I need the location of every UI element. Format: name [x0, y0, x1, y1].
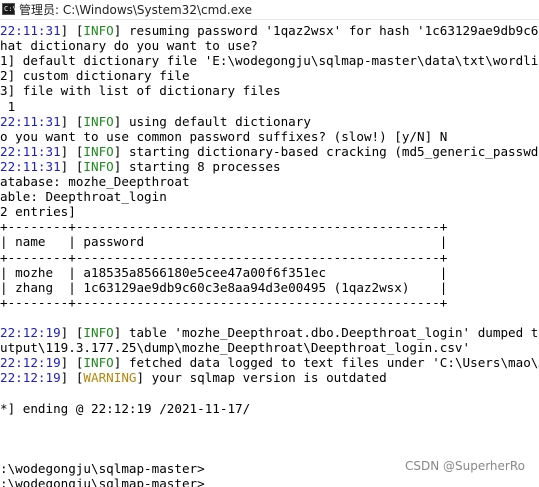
line-text: :\wodegongju\sqlmap-master>	[0, 476, 205, 487]
console-line: 22:11:31] [INFO] starting dictionary-bas…	[0, 144, 539, 159]
line-text: using default dictionary	[121, 114, 311, 129]
level-warning: WARNING	[83, 370, 137, 385]
line-text: | mozhe | a18535a8566180e5cee47a00f6f351…	[0, 265, 448, 280]
line-text: starting dictionary-based cracking (md5_…	[121, 144, 539, 159]
console-icon: C:\	[2, 3, 17, 15]
level-info: INFO	[83, 325, 114, 340]
console-line: hat dictionary do you want to use?	[0, 38, 258, 53]
timestamp: 22:11:31	[0, 159, 61, 174]
console-line: | mozhe | a18535a8566180e5cee47a00f6f351…	[0, 265, 447, 280]
window-title: 管理员: C:\Windows\System32\cmd.exe	[19, 3, 252, 17]
level-info: INFO	[83, 159, 114, 174]
timestamp: 22:11:31	[0, 23, 61, 38]
line-text: :\wodegongju\sqlmap-master>	[0, 461, 205, 476]
level-info: INFO	[83, 114, 114, 129]
line-text: fetched data logged to text files under …	[128, 355, 539, 370]
title-bar[interactable]: C:\ 管理员: C:\Windows\System32\cmd.exe	[0, 0, 539, 20]
console-line: utput\119.3.177.25\dump\mozhe_Deepthroat…	[0, 340, 470, 355]
watermark: CSDN @SuperherRo	[404, 459, 525, 473]
line-text: 1	[0, 99, 16, 114]
line-text: *] ending @ 22:12:19 /2021-11-17/	[0, 401, 251, 416]
console-line: atabase: mozhe_Deepthroat	[0, 174, 190, 189]
level-info: INFO	[83, 23, 114, 38]
console-output[interactable]: 22:11:31] [INFO] resuming password '1qaz…	[0, 23, 539, 487]
console-line: :\wodegongju\sqlmap-master>	[0, 476, 205, 487]
line-text: resuming password '1qaz2wsx' for hash '1…	[128, 23, 539, 38]
level-info: INFO	[83, 144, 114, 159]
timestamp: 22:11:31	[0, 144, 61, 159]
line-text: | name | password |	[0, 234, 448, 249]
line-text: utput\119.3.177.25\dump\mozhe_Deepthroat…	[0, 340, 471, 355]
line-text: +--------+------------------------------…	[0, 295, 448, 310]
line-text: table 'mozhe_Deepthroat.dbo.Deepthroat_l…	[128, 325, 539, 340]
line-text: | zhang | 1c63129ae9db9c60c3e8aa94d3e004…	[0, 280, 448, 295]
console-line: +--------+------------------------------…	[0, 295, 447, 310]
console-line: 2] custom dictionary file	[0, 68, 190, 83]
console-line: :\wodegongju\sqlmap-master>	[0, 461, 205, 476]
console-line: able: Deepthroat_login	[0, 189, 167, 204]
line-text: atabase: mozhe_Deepthroat	[0, 174, 190, 189]
console-line: +--------+------------------------------…	[0, 250, 447, 265]
line-text: hat dictionary do you want to use?	[0, 38, 258, 53]
line-text: 3] file with list of dictionary files	[0, 83, 281, 98]
timestamp: 22:12:19	[0, 370, 61, 385]
line-text: starting 8 processes	[121, 159, 281, 174]
level-info: INFO	[83, 355, 114, 370]
cmd-window: C:\ 管理员: C:\Windows\System32\cmd.exe 22:…	[0, 0, 539, 487]
console-line: 22:12:19] [INFO] fetched data logged to …	[0, 355, 539, 370]
console-line: | name | password |	[0, 234, 447, 249]
console-line: | zhang | 1c63129ae9db9c60c3e8aa94d3e004…	[0, 280, 447, 295]
console-line: +--------+------------------------------…	[0, 219, 447, 234]
console-line: 22:11:31] [INFO] resuming password '1qaz…	[0, 23, 539, 38]
line-text: +--------+------------------------------…	[0, 219, 448, 234]
console-line: 3] file with list of dictionary files	[0, 83, 281, 98]
console-line: *] ending @ 22:12:19 /2021-11-17/	[0, 401, 250, 416]
console-line: 22:11:31] [INFO] starting 8 processes	[0, 159, 281, 174]
line-text: your sqlmap version is outdated	[144, 370, 387, 385]
console-line: 22:12:19] [WARNING] your sqlmap version …	[0, 370, 387, 385]
line-text: able: Deepthroat_login	[0, 189, 167, 204]
console-line: 2 entries]	[0, 204, 76, 219]
console-line: 22:11:31] [INFO] using default dictionar…	[0, 114, 311, 129]
timestamp: 22:11:31	[0, 114, 61, 129]
timestamp: 22:12:19	[0, 325, 61, 340]
line-text: 2 entries]	[0, 204, 76, 219]
line-text: +--------+------------------------------…	[0, 250, 448, 265]
console-line: o you want to use common password suffix…	[0, 129, 447, 144]
console-line: 1	[0, 99, 16, 114]
line-text: o you want to use common password suffix…	[0, 129, 448, 144]
line-text: 2] custom dictionary file	[0, 68, 190, 83]
console-line: 1] default dictionary file 'E:\wodegongj…	[0, 53, 539, 68]
timestamp: 22:12:19	[0, 355, 61, 370]
line-text: 1] default dictionary file 'E:\wodegongj…	[0, 53, 539, 68]
console-line: 22:12:19] [INFO] table 'mozhe_Deepthroat…	[0, 325, 539, 340]
